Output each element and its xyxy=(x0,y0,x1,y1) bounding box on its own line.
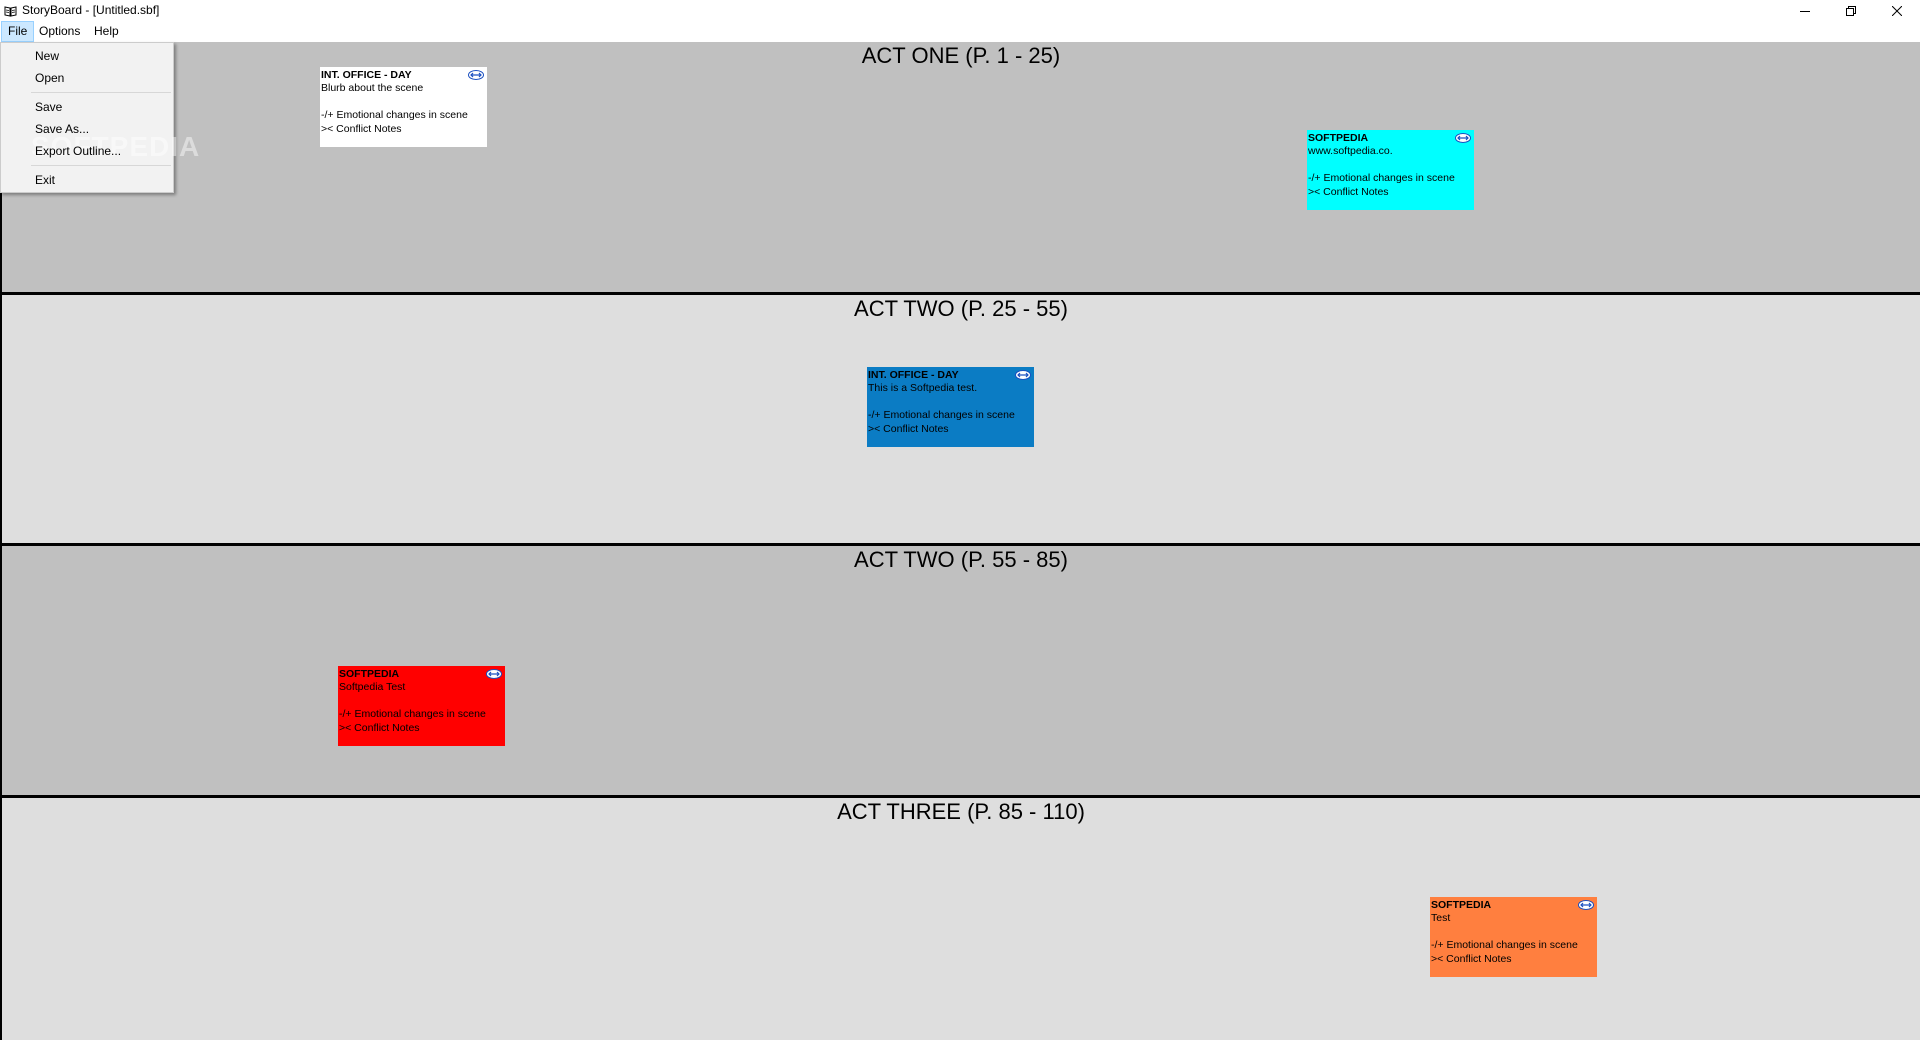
card-heading: SOFTPEDIA xyxy=(1308,132,1369,144)
act-title: ACT TWO (P. 25 - 55) xyxy=(854,296,1068,321)
menu-item-new[interactable]: New xyxy=(2,45,172,67)
card-emotion: -/+ Emotional changes in scene xyxy=(1431,939,1578,952)
card-heading: INT. OFFICE - DAY xyxy=(868,369,959,381)
card-emotion: -/+ Emotional changes in scene xyxy=(1308,172,1455,185)
arrow-link-icon[interactable] xyxy=(1578,900,1594,910)
scene-card[interactable]: SOFTPEDIA www.softpedia.co. -/+ Emotiona… xyxy=(1307,130,1474,210)
arrow-link-icon[interactable] xyxy=(486,669,502,679)
card-emotion: -/+ Emotional changes in scene xyxy=(339,708,486,721)
menu-bar: File Options Help xyxy=(0,21,1920,42)
scene-card[interactable]: SOFTPEDIA Softpedia Test -/+ Emotional c… xyxy=(338,666,505,746)
card-conflict: >< Conflict Notes xyxy=(868,422,949,435)
act-two-b-lane[interactable]: ACT TWO (P. 55 - 85) xyxy=(0,546,1920,798)
card-conflict: >< Conflict Notes xyxy=(1308,185,1389,198)
file-menu-dropdown: SOFTPEDIA New Open Save Save As... Expor… xyxy=(0,42,199,193)
restore-icon xyxy=(1846,5,1856,16)
menu-item-exit[interactable]: Exit xyxy=(2,169,172,191)
card-text: This is a Softpedia test. xyxy=(868,382,978,395)
card-text: Test xyxy=(1431,912,1451,925)
menu-item-export-outline[interactable]: Export Outline... xyxy=(2,140,172,162)
act-one-lane[interactable]: ACT ONE (P. 1 - 25) xyxy=(0,42,1920,295)
storyboard: ACT ONE (P. 1 - 25) ACT TWO (P. 25 - 55)… xyxy=(0,42,1920,1040)
act-title: ACT THREE (P. 85 - 110) xyxy=(837,799,1085,824)
card-text: Softpedia Test xyxy=(339,681,406,694)
card-emotion: -/+ Emotional changes in scene xyxy=(868,409,1015,422)
menu-item-open[interactable]: Open xyxy=(2,67,172,89)
card-heading: SOFTPEDIA xyxy=(1431,899,1492,911)
restore-button[interactable] xyxy=(1828,0,1874,21)
menu-item-save-as[interactable]: Save As... xyxy=(2,118,172,140)
minimize-button[interactable] xyxy=(1782,0,1828,21)
scene-card[interactable]: INT. OFFICE - DAY This is a Softpedia te… xyxy=(867,367,1034,447)
scene-card[interactable]: SOFTPEDIA Test -/+ Emotional changes in … xyxy=(1430,897,1597,977)
window-title: StoryBoard - [Untitled.sbf] xyxy=(22,3,160,17)
close-button[interactable] xyxy=(1874,0,1920,21)
title-bar: StoryBoard - [Untitled.sbf] xyxy=(0,0,1920,21)
card-emotion: -/+ Emotional changes in scene xyxy=(321,109,468,122)
card-conflict: >< Conflict Notes xyxy=(1431,952,1512,965)
menu-options[interactable]: Options xyxy=(33,21,86,42)
close-icon xyxy=(1892,5,1902,16)
arrow-link-icon[interactable] xyxy=(1015,370,1031,380)
menu-file[interactable]: File xyxy=(1,21,35,42)
minimize-icon xyxy=(1800,6,1810,16)
card-text: www.softpedia.co. xyxy=(1308,145,1393,158)
scene-card[interactable]: INT. OFFICE - DAY Blurb about the scene … xyxy=(320,67,487,147)
arrow-link-icon[interactable] xyxy=(468,70,484,80)
menu-item-save[interactable]: Save xyxy=(2,96,172,118)
card-conflict: >< Conflict Notes xyxy=(339,721,420,734)
menu-separator xyxy=(31,165,171,166)
card-text: Blurb about the scene xyxy=(321,82,424,95)
menu-separator xyxy=(31,92,171,93)
act-title: ACT ONE (P. 1 - 25) xyxy=(861,43,1061,68)
menu-help[interactable]: Help xyxy=(88,21,125,42)
act-three-lane[interactable]: ACT THREE (P. 85 - 110) xyxy=(0,798,1920,1040)
card-conflict: >< Conflict Notes xyxy=(321,122,402,135)
card-heading: INT. OFFICE - DAY xyxy=(321,69,412,81)
book-icon xyxy=(4,4,17,17)
arrow-link-icon[interactable] xyxy=(1455,133,1471,143)
act-title: ACT TWO (P. 55 - 85) xyxy=(854,547,1068,572)
card-heading: SOFTPEDIA xyxy=(339,668,400,680)
